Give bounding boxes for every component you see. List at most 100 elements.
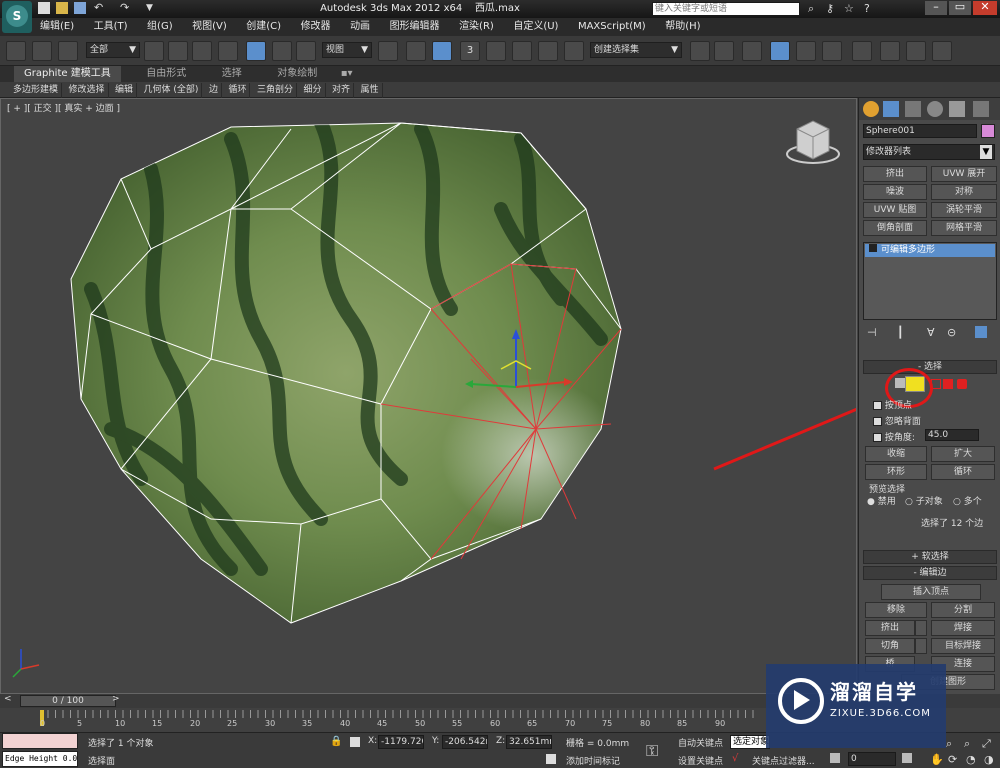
ribbon-polygon-modeling[interactable]: 多边形建模 (10, 83, 63, 98)
save-file-icon[interactable] (74, 2, 86, 14)
open-file-icon[interactable] (56, 2, 68, 14)
percent-snap-icon[interactable] (512, 41, 532, 61)
z-coord-field[interactable]: 32.651mm (506, 735, 552, 749)
select-by-name-icon[interactable] (168, 41, 188, 61)
named-selection-set-dropdown[interactable]: 创建选择集 ▼ (590, 42, 682, 58)
pan-icon[interactable]: ✋ (930, 753, 944, 766)
maxscript-listener[interactable] (2, 733, 78, 749)
selection-rollout-header[interactable]: - 选择 (863, 360, 997, 374)
time-config-icon[interactable] (902, 753, 912, 763)
render-setup-icon[interactable] (880, 41, 900, 61)
ignore-backface-checkbox[interactable]: 忽略背面 (873, 414, 921, 427)
motion-tab-icon[interactable] (927, 101, 943, 117)
insert-vertex-button[interactable]: 插入顶点 (881, 584, 981, 600)
schematic-view-icon[interactable] (822, 41, 842, 61)
menu-animation[interactable]: 动画 (342, 18, 378, 36)
mirror-icon[interactable] (690, 41, 710, 61)
window-crossing-icon[interactable] (218, 41, 238, 61)
utilities-tab-icon[interactable] (973, 101, 989, 117)
pivot-center-icon[interactable] (378, 41, 398, 61)
set-key-icon[interactable]: ⚿ (646, 741, 658, 761)
ribbon-subdivision[interactable]: 细分 (300, 83, 326, 98)
current-frame-field[interactable]: 0 (848, 752, 896, 766)
rendered-frame-icon[interactable] (906, 41, 926, 61)
ribbon-options-icon[interactable]: ▪▾ (331, 66, 363, 82)
help-question-icon[interactable]: ? (864, 2, 870, 15)
ribbon-geometry-all[interactable]: 几何体 (全部) (141, 83, 203, 98)
keyboard-shortcut-override-icon[interactable] (432, 41, 452, 61)
mod-noise-button[interactable]: 噪波 (863, 184, 927, 200)
layer-manager-icon[interactable] (742, 41, 762, 61)
ribbon-tris[interactable]: 三角剖分 (254, 83, 297, 98)
move-tool-icon[interactable] (246, 41, 266, 61)
maxscript-mini-listener[interactable]: Edge Height 0.0 (2, 751, 78, 767)
mod-symmetry-button[interactable]: 对称 (931, 184, 997, 200)
loop-button[interactable]: 循环 (931, 464, 995, 480)
new-file-icon[interactable] (38, 2, 50, 14)
mod-extrude-button[interactable]: 挤出 (863, 166, 927, 182)
shrink-button[interactable]: 收缩 (865, 446, 927, 462)
maximize-viewport-icon[interactable]: ⤢ (982, 737, 991, 751)
weld-button[interactable]: 焊接 (931, 620, 995, 636)
watermelon-sphere[interactable] (1, 99, 857, 694)
menu-tools[interactable]: 工具(T) (86, 18, 136, 36)
undo-icon[interactable]: ↶ (94, 2, 103, 14)
menu-group[interactable]: 组(G) (139, 18, 181, 36)
selected-dropdown[interactable]: 选定对象 (730, 735, 770, 749)
add-time-tag-icon[interactable] (546, 754, 556, 764)
ribbon-modify-selection[interactable]: 修改选择 (66, 83, 109, 98)
modifier-list-dropdown[interactable]: 修改器列表 ▼ (863, 144, 995, 160)
auto-key-button[interactable]: 自动关键点 (678, 736, 723, 749)
menu-help[interactable]: 帮助(H) (657, 18, 708, 36)
angle-snap-icon[interactable] (486, 41, 506, 61)
ribbon-edit[interactable]: 编辑 (112, 83, 138, 98)
orbit-icon[interactable]: ⟳ (948, 753, 957, 766)
minimize-icon[interactable]: – (925, 1, 947, 15)
preview-subobject-radio[interactable]: ○ 子对象 (905, 494, 943, 507)
pin-stack-icon[interactable]: ⊣ (867, 326, 877, 339)
app-logo[interactable]: S (2, 1, 32, 33)
lock-selection-icon[interactable]: 🔒 (330, 736, 342, 747)
selection-filter-dropdown[interactable]: 全部 ▼ (86, 42, 140, 58)
key-mode-icon[interactable]: √ (732, 753, 738, 764)
next-frame-icon[interactable]: > (112, 694, 124, 708)
align-icon[interactable] (714, 41, 734, 61)
split-button[interactable]: 分割 (931, 602, 995, 618)
ring-button[interactable]: 环形 (865, 464, 927, 480)
quick-access-dropdown-icon[interactable]: ▼ (146, 2, 153, 14)
menu-edit[interactable]: 编辑(E) (32, 18, 82, 36)
show-end-result-icon[interactable]: ┃ (897, 326, 904, 339)
chamfer-button[interactable]: 切角 (865, 638, 915, 654)
help-search-input[interactable]: 键入关键字或短语 (652, 2, 800, 16)
edit-edges-rollout-header[interactable]: - 编辑边 (863, 566, 997, 580)
polygon-mode-icon[interactable] (943, 379, 953, 389)
remove-button[interactable]: 移除 (865, 602, 927, 618)
link-icon[interactable] (6, 41, 26, 61)
binoculars-icon[interactable]: ⌕ (808, 2, 814, 16)
angle-spinner[interactable]: 45.0 (925, 429, 979, 441)
object-color-swatch[interactable] (981, 124, 995, 138)
viewcube[interactable] (786, 120, 840, 164)
go-to-start-icon[interactable] (830, 753, 840, 763)
menu-views[interactable]: 视图(V) (184, 18, 235, 36)
extrude-settings-button[interactable] (915, 620, 927, 636)
menu-rendering[interactable]: 渲染(R) (451, 18, 502, 36)
menu-create[interactable]: 创建(C) (238, 18, 289, 36)
by-vertex-checkbox[interactable]: 按顶点 (873, 398, 912, 411)
configure-sets-icon[interactable] (975, 326, 987, 338)
bind-spacewarp-icon[interactable] (58, 41, 78, 61)
select-object-icon[interactable] (144, 41, 164, 61)
rect-selection-icon[interactable] (192, 41, 212, 61)
hierarchy-tab-icon[interactable] (905, 101, 921, 117)
ribbon-loops[interactable]: 循环 (225, 83, 251, 98)
modify-tab-icon[interactable] (883, 101, 899, 117)
mod-turbosmooth-button[interactable]: 涡轮平滑 (931, 202, 997, 218)
mod-uvw-unwrap-button[interactable]: UVW 展开 (931, 166, 997, 182)
y-coord-field[interactable]: -206.542m (442, 735, 488, 749)
mod-uvw-map-button[interactable]: UVW 贴图 (863, 202, 927, 218)
set-key-button[interactable]: 设置关键点 (678, 754, 723, 767)
redo-icon[interactable]: ↷ (120, 2, 129, 14)
min-max-toggle-icon[interactable]: ◑ (984, 753, 994, 766)
extrude-button[interactable]: 挤出 (865, 620, 915, 636)
make-unique-icon[interactable]: ∀ (927, 326, 935, 339)
